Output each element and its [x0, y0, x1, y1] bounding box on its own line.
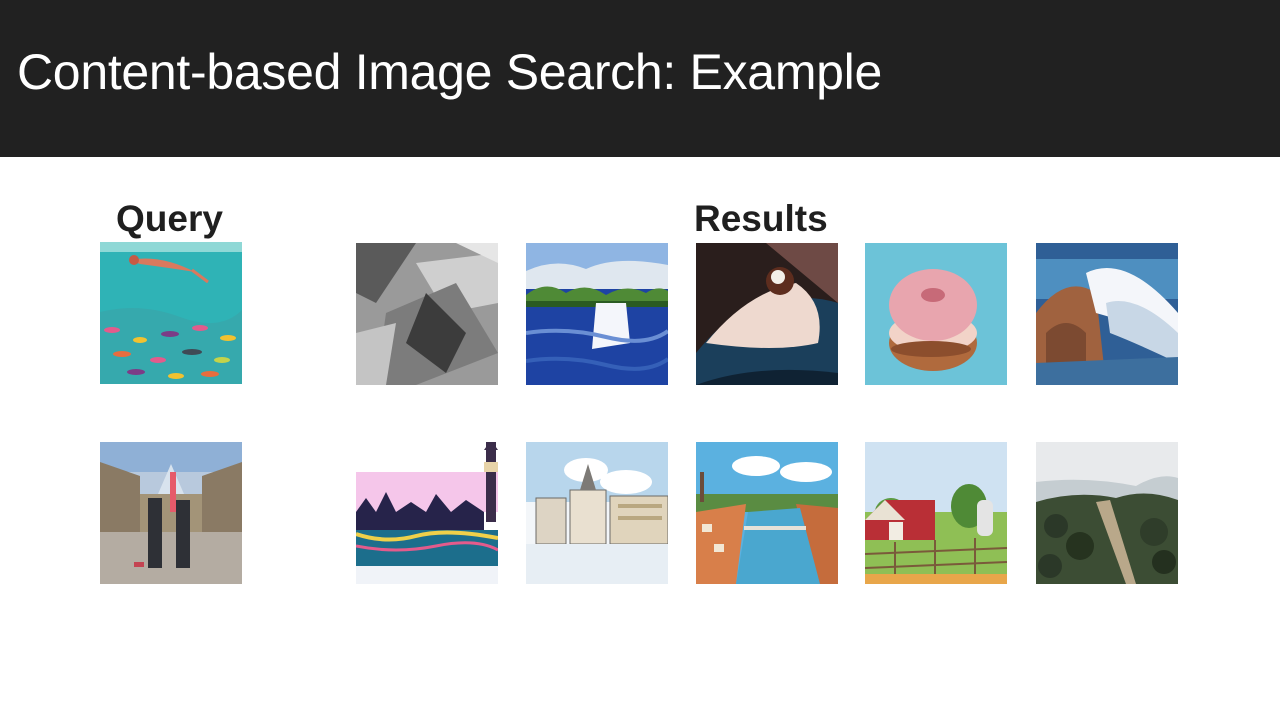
results-heading: Results [694, 198, 828, 239]
slide-title: Content-based Image Search: Example [17, 44, 882, 100]
result-image-2-4 [865, 442, 1007, 584]
result-image-2-2 [526, 442, 668, 584]
result-image-1-2 [526, 243, 668, 385]
result-image-2-1 [356, 442, 498, 584]
query-image-1 [100, 242, 242, 384]
result-image-1-1 [356, 243, 498, 385]
result-image-2-5 [1036, 442, 1178, 584]
result-image-2-3 [696, 442, 838, 584]
query-heading: Query [116, 198, 223, 239]
query-image-2 [100, 442, 242, 584]
title-bar: Content-based Image Search: Example [0, 0, 1280, 157]
result-image-1-4 [865, 243, 1007, 385]
result-image-1-5 [1036, 243, 1178, 385]
result-image-1-3 [696, 243, 838, 385]
